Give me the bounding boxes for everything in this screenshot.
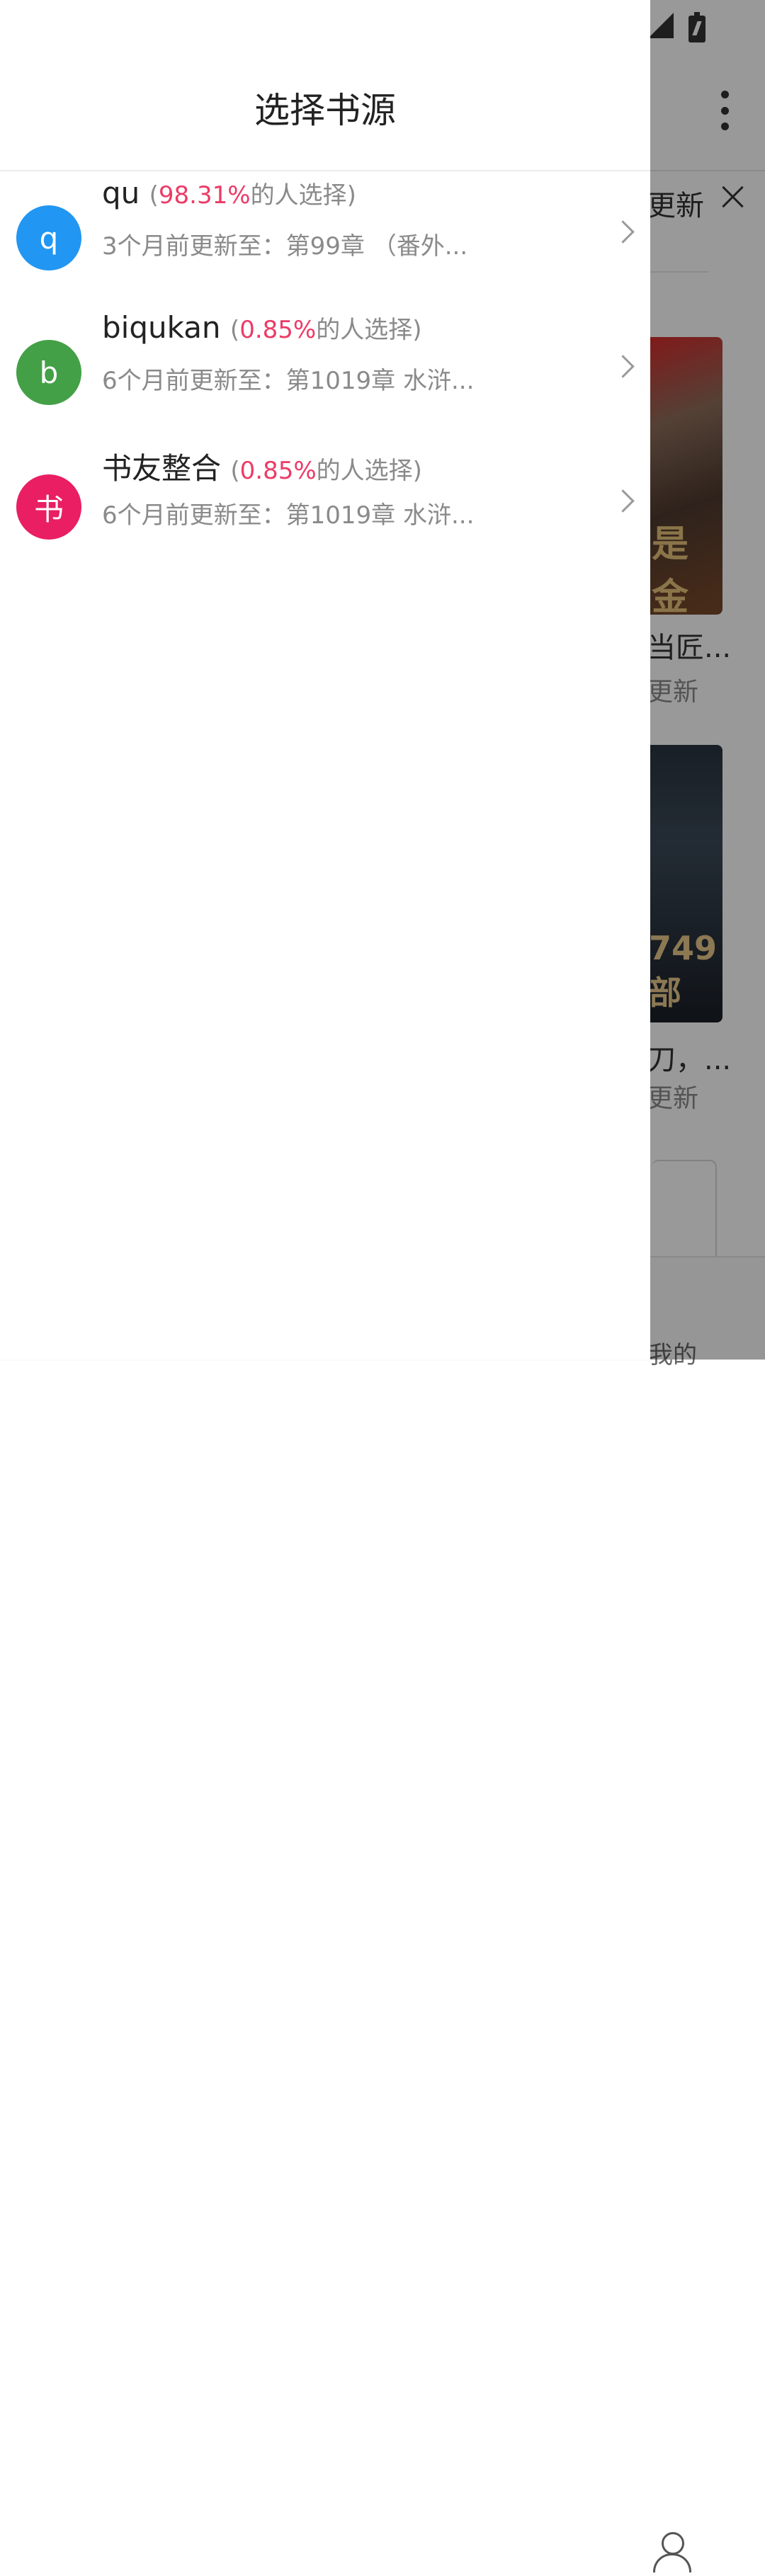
source-percent: 0.85% xyxy=(239,457,317,485)
page-title: 选择书源 xyxy=(254,90,396,131)
source-update-text: 6个月前更新至：第1019章 水浒... xyxy=(102,367,475,395)
source-name: 书友整合 xyxy=(102,451,222,486)
source-name-line: qu (98.31%的人选择) xyxy=(102,176,356,210)
source-name-line: 书友整合 (0.85%的人选择) xyxy=(102,445,422,488)
avatar: q xyxy=(16,205,81,270)
user-icon[interactable] xyxy=(650,2532,693,2576)
source-update-text: 6个月前更新至：第1019章 水浒... xyxy=(102,501,475,530)
chevron-right-icon xyxy=(611,355,635,378)
chevron-right-icon xyxy=(611,220,635,244)
avatar: b xyxy=(16,340,81,405)
chevron-right-icon xyxy=(611,489,635,513)
source-name-line: biqukan (0.85%的人选择) xyxy=(102,310,421,345)
source-percent-meta: (0.85%的人选择) xyxy=(230,316,422,344)
source-percent: 0.85% xyxy=(239,316,317,344)
source-picker-drawer: 选择书源 q qu (98.31%的人选择) 3个月前更新至：第99章 （番外.… xyxy=(0,0,650,1360)
source-name: qu xyxy=(102,176,140,210)
source-name: biqukan xyxy=(102,310,221,345)
source-item-shuyou[interactable]: 书 书友整合 (0.85%的人选择) 6个月前更新至：第1019章 水浒... xyxy=(0,451,650,609)
avatar: 书 xyxy=(16,474,81,540)
source-percent-suffix: 的人选择 xyxy=(316,457,413,485)
source-percent-suffix: 的人选择 xyxy=(316,316,413,344)
drawer-header: 选择书源 xyxy=(0,0,650,171)
source-update-text: 3个月前更新至：第99章 （番外... xyxy=(102,232,468,261)
source-percent-meta: (0.85%的人选择) xyxy=(230,457,422,485)
source-percent-meta: (98.31%的人选择) xyxy=(149,181,356,210)
source-percent-suffix: 的人选择 xyxy=(250,181,347,210)
source-percent: 98.31% xyxy=(158,181,251,210)
